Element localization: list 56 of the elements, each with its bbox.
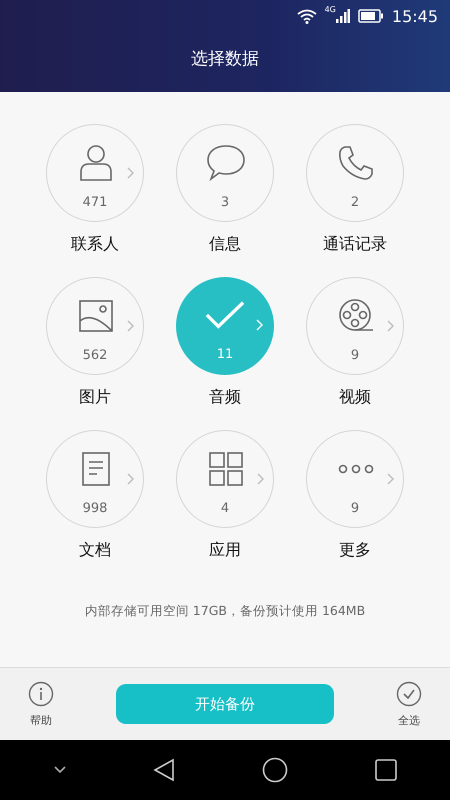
item-count: 11 — [216, 347, 234, 362]
back-icon[interactable] — [152, 758, 174, 782]
chevron-icon[interactable] — [387, 473, 395, 485]
category-label: 更多 — [339, 540, 371, 561]
recents-icon[interactable] — [374, 759, 396, 781]
category-label: 视频 — [339, 387, 371, 408]
home-icon[interactable] — [262, 757, 288, 783]
item-count: 998 — [82, 501, 108, 516]
item-count: 562 — [82, 348, 108, 363]
app-grid-icon — [208, 451, 244, 487]
item-count: 9 — [350, 501, 360, 516]
help-button[interactable]: 帮助 — [28, 680, 54, 728]
speech-bubble-icon — [206, 144, 246, 182]
category-toggle[interactable]: 4 — [176, 430, 274, 528]
category-label: 图片 — [79, 387, 111, 408]
chevron-icon[interactable] — [387, 320, 395, 332]
category-toggle[interactable]: 998 — [46, 430, 144, 528]
checkmark-icon — [205, 299, 245, 331]
document-icon — [81, 451, 111, 487]
person-icon — [79, 144, 113, 182]
signal-icon — [336, 9, 350, 23]
phone-icon — [337, 144, 375, 182]
page-title: 选择数据 — [191, 48, 259, 70]
storage-info: 内部存储可用空间 17GB，备份预计使用 164MB — [84, 603, 366, 620]
item-count: 471 — [82, 195, 108, 210]
category-toggle[interactable]: 9 — [306, 430, 404, 528]
status-time: 15:45 — [392, 6, 438, 26]
info-icon — [28, 680, 54, 706]
category-label: 信息 — [209, 234, 241, 255]
category-toggle[interactable]: 9 — [306, 277, 404, 375]
battery-icon — [358, 9, 384, 23]
item-count: 9 — [350, 348, 360, 363]
film-reel-icon — [337, 298, 375, 334]
item-count: 4 — [220, 501, 230, 516]
check-circle-icon — [396, 680, 422, 706]
network-type: 4G — [324, 5, 336, 14]
category-label: 联系人 — [71, 234, 119, 255]
chevron-icon[interactable] — [257, 473, 265, 485]
picture-icon — [78, 299, 114, 333]
select-all-button[interactable]: 全选 — [396, 680, 422, 728]
category-toggle[interactable]: 3 — [176, 124, 274, 222]
item-count: 3 — [220, 195, 230, 210]
collapse-icon[interactable] — [54, 766, 66, 774]
chevron-icon[interactable] — [127, 320, 135, 332]
wifi-icon — [296, 8, 317, 24]
category-toggle[interactable]: 562 — [46, 277, 144, 375]
category-toggle[interactable]: 471 — [46, 124, 144, 222]
category-label: 文档 — [79, 540, 111, 561]
chevron-icon[interactable] — [127, 167, 135, 179]
category-toggle[interactable]: 2 — [306, 124, 404, 222]
chevron-icon[interactable] — [127, 473, 135, 485]
category-label: 应用 — [209, 540, 241, 561]
item-count: 2 — [350, 195, 360, 210]
category-label: 通话记录 — [323, 234, 387, 255]
category-label: 音频 — [209, 387, 241, 408]
more-icon — [337, 464, 375, 474]
